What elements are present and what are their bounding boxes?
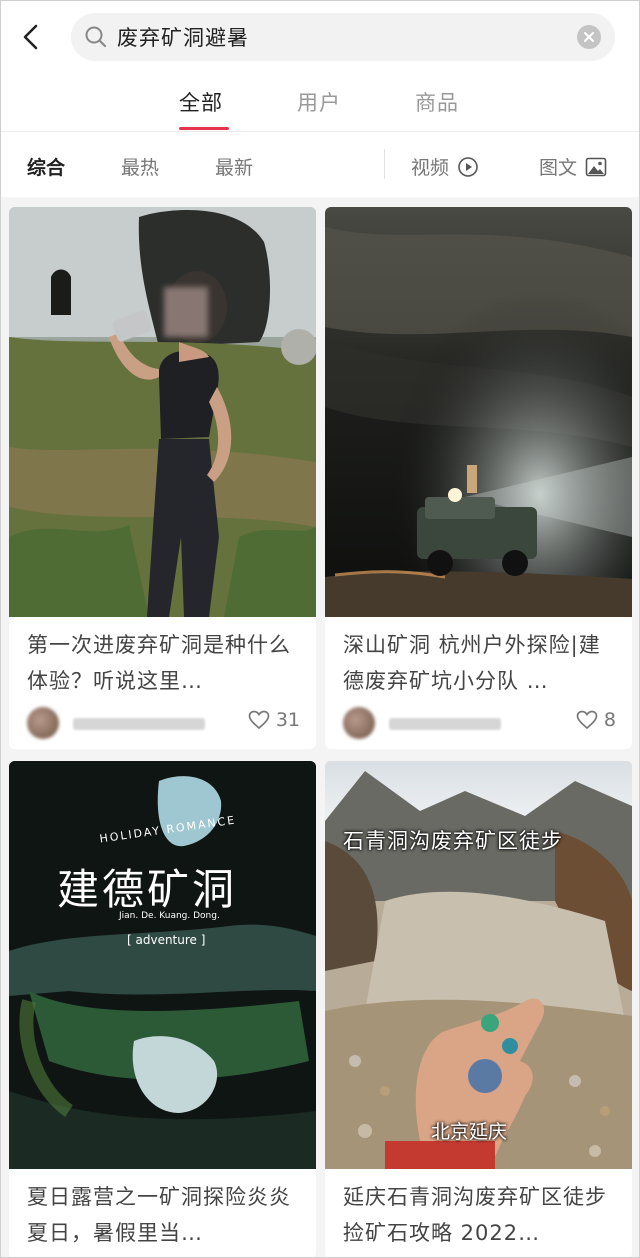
author-name-blurred xyxy=(389,718,501,730)
author-name-blurred xyxy=(73,718,205,730)
search-input[interactable]: 废弃矿洞避暑 xyxy=(117,22,577,52)
filter-image-text-label: 图文 xyxy=(539,157,578,179)
note-title: 延庆石青洞沟废弃矿区徒步捡矿石攻略 2022… xyxy=(343,1185,607,1245)
like-button[interactable]: 31 xyxy=(248,709,300,731)
app-frame: 废弃矿洞避暑 全部 用户 商品 综合 最热 最新 视频 图文 第一次进废弃矿洞是… xyxy=(0,0,640,1258)
note-meta: 31 xyxy=(27,705,300,741)
avatar[interactable] xyxy=(343,707,375,739)
note-cover-image xyxy=(9,207,316,617)
note-card[interactable]: 深山矿洞 杭州户外探险|建德废弃矿坑小分队 … 8 xyxy=(325,207,632,749)
image-icon xyxy=(585,157,607,176)
result-tabs: 全部 用户 商品 xyxy=(1,79,639,131)
filter-video-label: 视频 xyxy=(411,157,450,179)
tab-products[interactable]: 商品 xyxy=(415,87,459,117)
search-icon xyxy=(83,24,109,50)
note-title: 深山矿洞 杭州户外探险|建德废弃矿坑小分队 … xyxy=(343,633,601,693)
play-icon xyxy=(458,156,478,177)
like-count: 8 xyxy=(603,709,616,731)
heart-icon xyxy=(248,710,270,730)
filter-bar: 综合 最热 最新 视频 图文 xyxy=(1,141,639,193)
clear-icon[interactable] xyxy=(577,25,601,49)
note-title: 第一次进废弃矿洞是种什么体验？听说这里… xyxy=(27,633,291,693)
divider xyxy=(1,131,639,132)
filter-hottest[interactable]: 最热 xyxy=(121,153,159,180)
avatar[interactable] xyxy=(27,707,59,739)
filter-separator xyxy=(384,149,385,179)
like-button[interactable]: 8 xyxy=(576,709,616,731)
note-cover-image: 石青洞沟废弃矿区徒步 北京延庆 xyxy=(325,761,632,1169)
filter-image-text[interactable]: 图文 xyxy=(539,153,607,180)
filter-video[interactable]: 视频 xyxy=(411,153,479,180)
cover-pinyin: Jian. De. Kuang. Dong. xyxy=(119,911,220,921)
note-meta: 8 xyxy=(343,705,616,741)
note-card[interactable]: 第一次进废弃矿洞是种什么体验？听说这里… 31 xyxy=(9,207,316,749)
tab-all[interactable]: 全部 xyxy=(179,87,223,117)
note-card[interactable]: HOLIDAY ROMANCE 建德矿洞 Jian. De. Kuang. Do… xyxy=(9,761,316,1257)
back-button[interactable] xyxy=(15,19,47,55)
filter-latest[interactable]: 最新 xyxy=(215,153,253,180)
cover-tag: [ adventure ] xyxy=(127,933,206,947)
note-cover-image: HOLIDAY ROMANCE 建德矿洞 Jian. De. Kuang. Do… xyxy=(9,761,316,1169)
cover-location: 北京延庆 xyxy=(431,1121,508,1143)
note-title: 夏日露营之一矿洞探险炎炎夏日，暑假里当… xyxy=(27,1185,291,1245)
active-tab-indicator xyxy=(179,127,229,130)
search-bar[interactable]: 废弃矿洞避暑 xyxy=(71,13,615,61)
filter-comprehensive[interactable]: 综合 xyxy=(27,153,65,180)
cover-title: 建德矿洞 xyxy=(57,865,238,914)
note-card[interactable]: 石青洞沟废弃矿区徒步 北京延庆 延庆石青洞沟废弃矿区徒步捡矿石攻略 2022… xyxy=(325,761,632,1257)
note-cover-image xyxy=(325,207,632,617)
like-count: 31 xyxy=(275,709,300,731)
tab-users[interactable]: 用户 xyxy=(297,87,341,117)
heart-icon xyxy=(576,710,598,730)
cover-title: 石青洞沟废弃矿区徒步 xyxy=(343,829,563,853)
search-header: 废弃矿洞避暑 xyxy=(1,1,639,71)
chevron-left-icon xyxy=(23,24,38,50)
